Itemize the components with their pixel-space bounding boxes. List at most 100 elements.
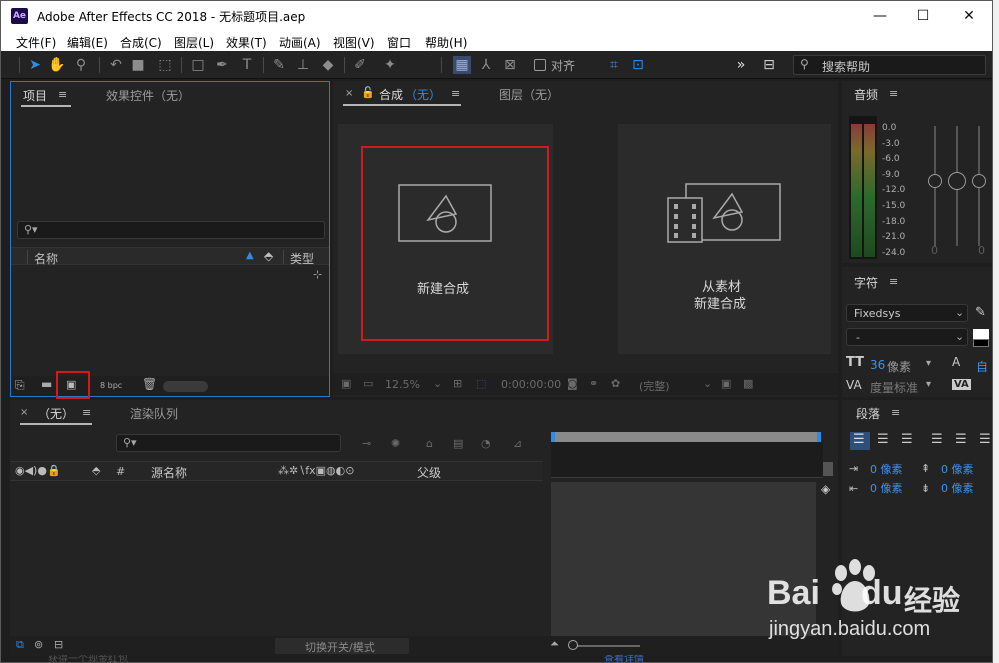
resolution-dropdown-icon[interactable]: ⌄: [703, 377, 712, 390]
pen-tool-icon[interactable]: ✒: [213, 56, 231, 74]
draft-3d-icon[interactable]: ✺: [391, 437, 400, 450]
background-page-link[interactable]: 查看详情: [604, 655, 644, 663]
close-tab-icon[interactable]: ×: [345, 88, 353, 99]
align-right-icon[interactable]: ☰: [901, 432, 913, 447]
comp-button-icon[interactable]: ◈: [821, 482, 830, 496]
label-tag-icon[interactable]: ⬘: [92, 464, 100, 477]
clone-stamp-tool-icon[interactable]: ⊥: [294, 56, 312, 74]
timeline-search-input[interactable]: ⚲▾: [116, 434, 341, 452]
workspace-menu-icon[interactable]: ⊟: [760, 56, 778, 74]
tab-layer[interactable]: 图层（无）: [499, 86, 559, 103]
indent-left-value[interactable]: 0 像素: [870, 461, 903, 477]
delete-icon[interactable]: 🗑: [142, 377, 157, 391]
timeline-zoom-slider[interactable]: [570, 645, 640, 647]
justify-center-icon[interactable]: ☰: [955, 432, 967, 447]
column-type[interactable]: 类型: [290, 250, 314, 267]
zoom-tool-icon[interactable]: ⚲: [72, 56, 90, 74]
snap-checkbox[interactable]: [534, 59, 546, 71]
region-icon[interactable]: ▭: [363, 377, 373, 390]
rotate-tool-icon[interactable]: ↶: [107, 56, 125, 74]
menu-composition[interactable]: 合成(C): [120, 34, 162, 51]
zoom-level[interactable]: 12.5%: [385, 378, 420, 391]
composition-menu-icon[interactable]: ≡: [451, 87, 460, 100]
zoom-dropdown-icon[interactable]: ⌄: [433, 377, 442, 390]
label-tag-icon[interactable]: ⬘: [264, 249, 273, 263]
tab-project[interactable]: 项目: [23, 87, 47, 104]
toggle-switches-modes-button[interactable]: 切换开关/模式: [275, 638, 409, 654]
paragraph-menu-icon[interactable]: ≡: [891, 406, 900, 419]
brush-tool-icon[interactable]: ✎: [270, 56, 288, 74]
audio-slider-center-knob[interactable]: [948, 172, 966, 190]
color-channel-icon[interactable]: ✿: [611, 377, 620, 390]
space-before-value[interactable]: 0 像素: [941, 461, 974, 477]
menu-effect[interactable]: 效果(T): [226, 34, 267, 51]
font-style-select[interactable]: - ⌄: [846, 328, 968, 346]
roto-brush-tool-icon[interactable]: ✐: [351, 56, 369, 74]
kerning-value[interactable]: 度量标准: [870, 379, 918, 396]
show-snapshot-icon[interactable]: ⚭: [589, 377, 598, 390]
fill-color-swatch[interactable]: [973, 329, 989, 339]
color-depth-label[interactable]: 8 bpc: [100, 381, 122, 390]
graph-editor-icon[interactable]: ⊿: [513, 437, 522, 450]
new-folder-icon[interactable]: ▬: [41, 377, 52, 391]
menu-animation[interactable]: 动画(A): [279, 34, 321, 51]
column-parent[interactable]: 父级: [417, 464, 441, 481]
close-tab-icon[interactable]: ×: [20, 407, 28, 418]
menu-layer[interactable]: 图层(L): [174, 34, 214, 51]
safe-zones-icon[interactable]: ⊞: [453, 377, 462, 390]
fast-preview-icon[interactable]: ▣: [721, 377, 731, 390]
flowchart-icon[interactable]: ⊹: [313, 268, 322, 281]
pan-behind-tool-icon[interactable]: ⬚: [156, 56, 174, 74]
zoom-out-icon[interactable]: ⏶: [550, 637, 559, 651]
tab-timeline-composition[interactable]: （无）: [38, 405, 74, 422]
search-help-field[interactable]: ⚲ 搜索帮助: [793, 55, 986, 75]
menu-view[interactable]: 视图(V): [333, 34, 375, 51]
work-area-bar[interactable]: [551, 432, 821, 442]
stroke-color-swatch[interactable]: [973, 339, 989, 347]
time-ruler[interactable]: [551, 442, 823, 478]
maximize-button[interactable]: ☐: [900, 1, 946, 31]
audio-slider-left-knob[interactable]: [928, 174, 942, 188]
view-axis-icon[interactable]: ⊠: [501, 56, 519, 74]
tab-render-queue[interactable]: 渲染队列: [130, 405, 178, 422]
font-size-value[interactable]: 36: [870, 358, 885, 372]
character-menu-icon[interactable]: ≡: [889, 275, 898, 288]
rectangle-tool-icon[interactable]: □: [189, 56, 207, 74]
align-center-icon[interactable]: ☰: [877, 432, 889, 447]
motion-blur-icon[interactable]: ◔: [481, 437, 491, 450]
indent-right-value[interactable]: 0 像素: [870, 480, 903, 496]
in-out-duration-icon[interactable]: ⊟: [54, 638, 63, 651]
audio-menu-icon[interactable]: ≡: [889, 87, 898, 100]
project-search-input[interactable]: ⚲▾: [17, 221, 325, 239]
column-name[interactable]: 名称: [34, 250, 58, 267]
tab-composition[interactable]: 合成: [379, 86, 403, 103]
mask-visibility-icon[interactable]: ⬚: [476, 377, 486, 390]
tab-effect-controls[interactable]: 效果控件（无）: [106, 87, 190, 104]
world-axis-icon[interactable]: ⅄: [477, 56, 495, 74]
snap-feature-icon[interactable]: ⊡: [629, 56, 647, 74]
timeline-zoom-handle[interactable]: [823, 462, 833, 476]
lock-icon[interactable]: 🔓: [361, 86, 375, 99]
leading-value[interactable]: 自: [976, 358, 988, 375]
close-button[interactable]: ✕: [946, 1, 992, 31]
font-family-select[interactable]: Fixedsys ⌄: [846, 304, 968, 322]
timeline-menu-icon[interactable]: ≡: [82, 406, 91, 419]
layer-switches-icons[interactable]: ⁂✲∖fx▣◍◐⊙: [278, 464, 354, 477]
camera-tool-icon[interactable]: ■: [129, 56, 147, 74]
menu-edit[interactable]: 编辑(E): [67, 34, 108, 51]
new-comp-from-footage-card[interactable]: 从素材 新建合成: [618, 124, 831, 354]
eraser-tool-icon[interactable]: ◆: [319, 56, 337, 74]
transfer-controls-icon[interactable]: ⊚: [34, 638, 43, 651]
transparency-grid-icon[interactable]: ▩: [743, 377, 753, 390]
local-axis-icon[interactable]: ▦: [453, 56, 471, 74]
av-features-icons[interactable]: ◉◀)●🔒: [15, 464, 61, 477]
eyedropper-icon[interactable]: ✎: [975, 305, 986, 320]
resolution-value[interactable]: (完整): [639, 378, 670, 394]
chevron-down-icon[interactable]: ▾: [926, 379, 931, 390]
layer-switches-toggle-icon[interactable]: ⧉: [16, 638, 24, 652]
current-time[interactable]: 0:00:00:00: [501, 378, 561, 391]
audio-slider-right-knob[interactable]: [972, 174, 986, 188]
interpret-footage-icon[interactable]: ⎘: [15, 378, 25, 393]
selection-tool-icon[interactable]: ➤: [26, 56, 44, 74]
hand-tool-icon[interactable]: ✋: [48, 56, 66, 74]
